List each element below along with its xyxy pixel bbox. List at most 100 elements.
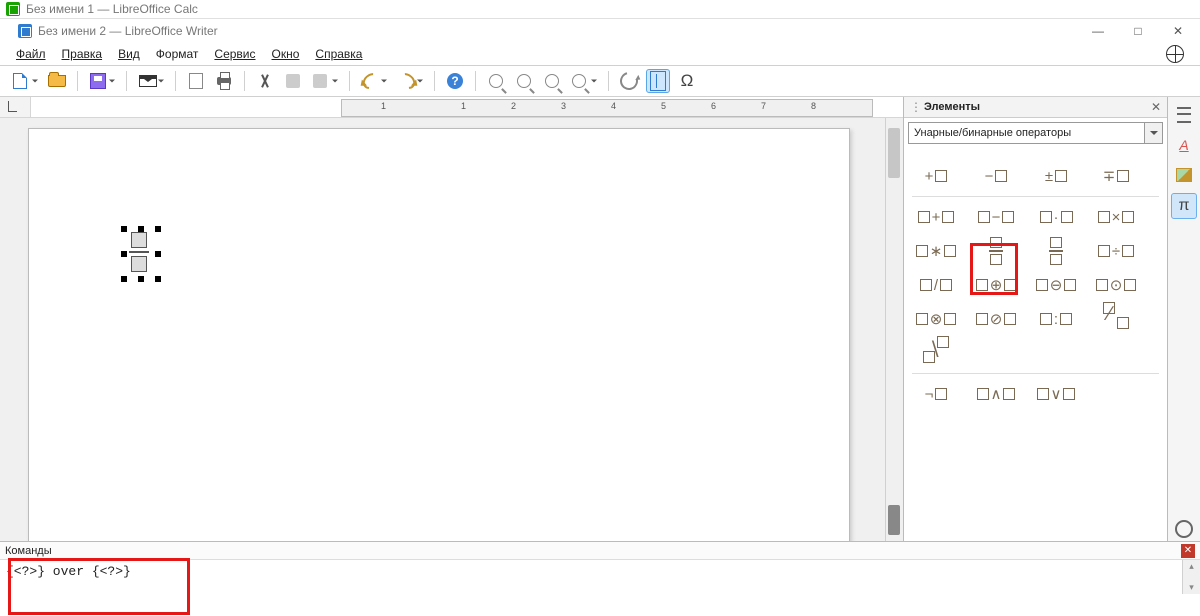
zoom-100-button[interactable] — [541, 70, 563, 92]
resize-handle[interactable] — [155, 226, 161, 232]
gallery-icon — [1176, 168, 1192, 182]
export-pdf-button[interactable] — [185, 70, 207, 92]
menu-edit[interactable]: Правка — [56, 45, 109, 63]
sidebar-gallery-button[interactable] — [1172, 163, 1196, 187]
toolbar-separator — [434, 71, 435, 91]
redo-button[interactable] — [395, 70, 425, 92]
mail-button[interactable] — [136, 70, 166, 92]
ruler-tick: 1 — [381, 101, 386, 111]
op-unary-minus[interactable]: − — [970, 162, 1022, 190]
sidebar-settings-button[interactable] — [1172, 517, 1196, 541]
save-button[interactable] — [87, 70, 117, 92]
formula-cursor-button[interactable] — [646, 69, 670, 93]
elements-panel: ⋮ Элементы ✕ Унарные/бинарные операторы … — [903, 97, 1167, 541]
calc-title: Без имени 1 — LibreOffice Calc — [26, 2, 198, 16]
commands-input[interactable]: {<?>} over {<?>} — [0, 560, 1182, 594]
menu-format[interactable]: Формат — [150, 45, 205, 63]
menu-file[interactable]: Файл — [10, 45, 52, 63]
ruler-tick: 7 — [761, 101, 766, 111]
sidebar-styles-button[interactable]: A — [1172, 133, 1196, 157]
formula-object[interactable] — [124, 229, 158, 279]
resize-handle[interactable] — [121, 226, 127, 232]
undo-button[interactable] — [359, 70, 389, 92]
ruler-tick: 4 — [611, 101, 616, 111]
menubar: Файл Правка Вид Формат Сервис Окно Справ… — [0, 43, 1200, 66]
minimize-button[interactable]: — — [1088, 24, 1108, 38]
menu-view[interactable]: Вид — [112, 45, 146, 63]
op-minus[interactable]: − — [970, 203, 1022, 231]
menu-help[interactable]: Справка — [309, 45, 368, 63]
writer-window-titlebar[interactable]: Без имени 2 — LibreOffice Writer — □ ✕ — [0, 19, 1200, 43]
op-unary-plus[interactable]: + — [910, 162, 962, 190]
op-divide[interactable]: ÷ — [1090, 237, 1142, 265]
menu-window[interactable]: Окно — [266, 45, 306, 63]
zoom-menu-button[interactable] — [569, 70, 599, 92]
ruler-tick: 3 — [561, 101, 566, 111]
resize-handle[interactable] — [121, 276, 127, 282]
commands-scrollbar[interactable]: ▴ ▾ — [1182, 560, 1200, 594]
maximize-button[interactable]: □ — [1128, 24, 1148, 38]
op-and[interactable]: ∧ — [970, 380, 1022, 408]
document-page[interactable] — [28, 128, 850, 541]
op-odiv[interactable]: ⊘ — [970, 305, 1022, 333]
symbols-button[interactable]: Ω — [676, 70, 698, 92]
chevron-down-icon — [1150, 131, 1158, 135]
op-slash[interactable]: / — [910, 271, 962, 299]
cut-button[interactable] — [254, 70, 276, 92]
ruler-tick: 6 — [711, 101, 716, 111]
toolbar-separator — [126, 71, 127, 91]
calc-app-icon — [6, 2, 20, 16]
op-plusminus[interactable]: ± — [1030, 162, 1082, 190]
scroll-down-icon: ▾ — [1189, 582, 1194, 593]
op-otimes[interactable]: ⊗ — [910, 305, 962, 333]
elements-category-dropdown-button[interactable] — [1145, 122, 1163, 144]
op-ast[interactable]: ∗ — [910, 237, 962, 265]
elements-panel-close-button[interactable]: ✕ — [1151, 100, 1161, 114]
panel-grip-icon[interactable]: ⋮ — [910, 100, 920, 114]
resize-handle[interactable] — [155, 276, 161, 282]
background-window-titlebar: Без имени 1 — LibreOffice Calc — [0, 0, 1200, 19]
new-document-button[interactable] — [10, 70, 40, 92]
elements-panel-title: Элементы — [924, 101, 980, 113]
paste-button[interactable] — [310, 70, 340, 92]
op-cdot[interactable]: · — [1030, 203, 1082, 231]
op-plus[interactable]: + — [910, 203, 962, 231]
language-icon[interactable] — [1166, 45, 1184, 63]
writer-app-icon — [18, 24, 32, 38]
sidebar-properties-button[interactable] — [1172, 103, 1196, 127]
op-wideslash[interactable]: ∕ — [1090, 305, 1142, 333]
commands-panel-close-button[interactable]: ✕ — [1181, 544, 1195, 558]
resize-handle[interactable] — [121, 251, 127, 257]
update-button[interactable] — [618, 70, 640, 92]
properties-icon — [1177, 107, 1191, 123]
op-neg[interactable]: ¬ — [910, 380, 962, 408]
open-button[interactable] — [46, 70, 68, 92]
op-ratio[interactable]: : — [1030, 305, 1082, 333]
op-division-inline[interactable] — [1030, 237, 1082, 265]
op-ominus[interactable]: ⊖ — [1030, 271, 1082, 299]
elements-category-select[interactable]: Унарные/бинарные операторы — [908, 122, 1145, 144]
op-widebslash[interactable]: ∖ — [910, 339, 962, 367]
op-minusplus[interactable]: ∓ — [1090, 162, 1142, 190]
zoom-out-button[interactable] — [513, 70, 535, 92]
close-window-button[interactable]: ✕ — [1168, 24, 1188, 38]
op-fraction[interactable] — [970, 237, 1022, 265]
sidebar-strip: A π — [1167, 97, 1200, 541]
op-or[interactable]: ∨ — [1030, 380, 1082, 408]
zoom-in-button[interactable] — [485, 70, 507, 92]
toolbar-separator — [608, 71, 609, 91]
resize-handle[interactable] — [155, 251, 161, 257]
sidebar-elements-button[interactable]: π — [1171, 193, 1197, 219]
copy-button[interactable] — [282, 70, 304, 92]
op-times[interactable]: × — [1090, 203, 1142, 231]
toolbar-separator — [349, 71, 350, 91]
resize-handle[interactable] — [138, 276, 144, 282]
menu-tools[interactable]: Сервис — [208, 45, 261, 63]
toolbar-separator — [77, 71, 78, 91]
help-button[interactable]: ? — [444, 70, 466, 92]
print-button[interactable] — [213, 70, 235, 92]
op-oplus[interactable]: ⊕ — [970, 271, 1022, 299]
ruler-tick: 5 — [661, 101, 666, 111]
op-odot[interactable]: ⊙ — [1090, 271, 1142, 299]
document-scrollbar[interactable] — [885, 118, 903, 541]
